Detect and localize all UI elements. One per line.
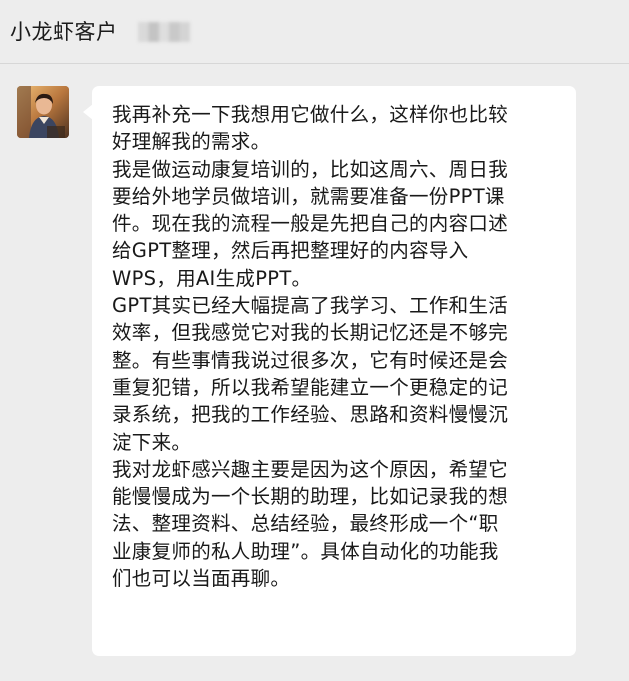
chat-header: 小龙虾客户 [0,0,629,64]
avatar-portrait-icon [17,86,69,138]
avatar[interactable] [17,86,69,138]
message-line: 能慢慢成为一个长期的助理，比如记录我的想 [112,485,509,509]
message-line: 录系统，把我的工作经验、思路和资料慢慢沉 [112,403,509,427]
message-line: 我是做运动康复培训的，比如这周六、周日我 [112,157,509,181]
message-line: 我对龙虾感兴趣主要是因为这个原因，希望它 [112,457,509,481]
message-line: 业康复师的私人助理”。具体自动化的功能我 [112,539,499,563]
message-line: 法、整理资料、总结经验，最终形成一个“职 [112,512,499,536]
chat-window: 小龙虾客户 我再补充一下我想用它做什么，这样你也比较 好理解我的需求。 我是做运… [0,0,629,681]
message-line: WPS，用AI生成PPT。 [112,266,312,290]
message-line: 们也可以当面再聊。 [112,567,291,591]
chat-title[interactable]: 小龙虾客户 [10,16,118,46]
message-line: 我再补充一下我想用它做什么，这样你也比较 [112,103,509,126]
message-line: 效率，但我感觉它对我的长期记忆还是不够完 [112,321,509,345]
message-line: 件。现在我的流程一般是先把自己的内容口述 [112,212,509,236]
message-line: 淀下来。 [112,430,192,454]
message-line: 要给外地学员做培训，就需要准备一份PPT课 [112,184,505,208]
message-bubble[interactable]: 我再补充一下我想用它做什么，这样你也比较 好理解我的需求。 我是做运动康复培训的… [92,86,576,656]
message-line: 整。有些事情我说过很多次，它有时候还是会 [112,348,509,372]
message-line: GPT其实已经大幅提高了我学习、工作和生活 [112,294,509,318]
message-line: 给GPT整理，然后再把整理好的内容导入 [112,239,469,263]
message-line: 好理解我的需求。 [112,130,271,154]
message-line: 重复犯错，所以我希望能建立一个更稳定的记 [112,375,509,399]
redacted-name-block [138,22,190,42]
